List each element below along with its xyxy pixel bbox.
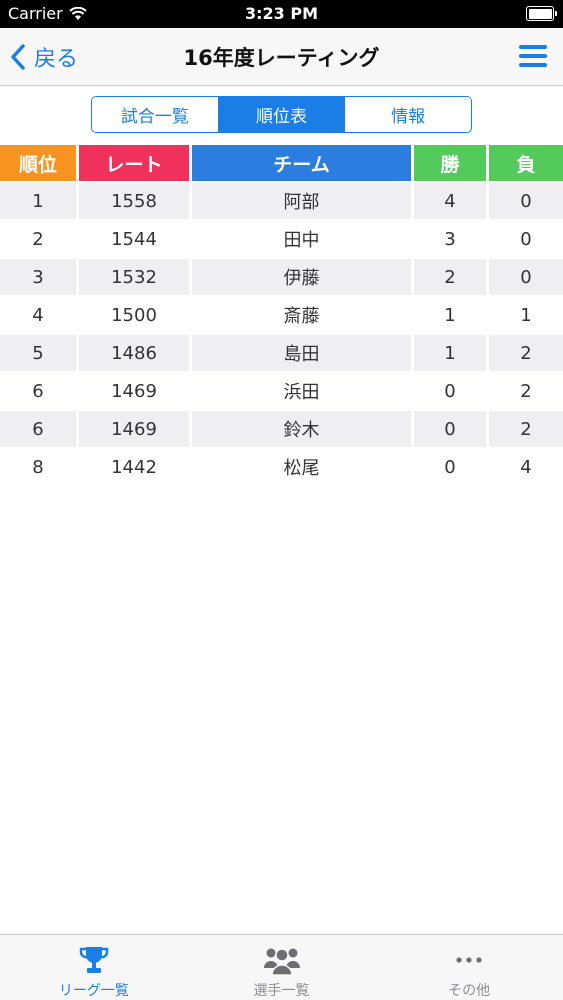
cell-wins: 3	[414, 221, 486, 257]
cell-rank: 5	[0, 335, 76, 371]
cell-rating: 1469	[79, 411, 189, 447]
header-wins[interactable]: 勝	[414, 145, 486, 181]
cell-rank: 1	[0, 183, 76, 219]
cell-rank: 4	[0, 297, 76, 333]
cell-rank: 3	[0, 259, 76, 295]
view-segmented-control: 試合一覧 順位表 情報	[91, 96, 472, 133]
people-icon	[263, 947, 300, 976]
cell-team: 松尾	[192, 449, 411, 485]
more-icon	[456, 956, 482, 963]
tab-label: その他	[448, 983, 491, 999]
table-row[interactable]: 2 1544 田中 3 0	[0, 221, 563, 259]
cell-rating: 1486	[79, 335, 189, 371]
battery-icon	[526, 6, 557, 21]
cell-losses: 4	[489, 449, 563, 485]
header-rating[interactable]: レート	[79, 145, 189, 181]
table-row[interactable]: 3 1532 伊藤 2 0	[0, 259, 563, 297]
header-rank[interactable]: 順位	[0, 145, 76, 181]
tab-league-list[interactable]: リーグ一覧	[0, 935, 188, 1000]
cell-wins: 2	[414, 259, 486, 295]
cell-rating: 1532	[79, 259, 189, 295]
cell-losses: 2	[489, 335, 563, 371]
navigation-bar: 戻る 16年度レーティング	[0, 28, 563, 86]
page-title: 16年度レーティング	[183, 46, 380, 70]
menu-button[interactable]	[519, 45, 549, 69]
cell-losses: 2	[489, 411, 563, 447]
cell-team: 島田	[192, 335, 411, 371]
header-losses[interactable]: 負	[489, 145, 563, 181]
tab-bar: リーグ一覧 選手一覧 その他	[0, 934, 563, 1000]
cell-wins: 0	[414, 411, 486, 447]
cell-losses: 0	[489, 259, 563, 295]
cell-losses: 0	[489, 221, 563, 257]
table-body: 1 1558 阿部 4 0 2 1544 田中 3 0 3 1532 伊藤 2 0 4 1500 斎藤 1 1 5 148…	[0, 183, 563, 487]
segment-info[interactable]: 情報	[345, 97, 471, 132]
cell-losses: 0	[489, 183, 563, 219]
cell-team: 浜田	[192, 373, 411, 409]
cell-wins: 0	[414, 449, 486, 485]
table-header-row: 順位 レート チーム 勝 負	[0, 145, 563, 183]
segment-match-list[interactable]: 試合一覧	[92, 97, 219, 132]
cell-rating: 1558	[79, 183, 189, 219]
cell-rank: 6	[0, 411, 76, 447]
tab-label: 選手一覧	[253, 983, 310, 999]
cell-rank: 8	[0, 449, 76, 485]
cell-wins: 4	[414, 183, 486, 219]
cell-team: 鈴木	[192, 411, 411, 447]
tab-player-list[interactable]: 選手一覧	[188, 935, 376, 1000]
cell-wins: 0	[414, 373, 486, 409]
table-row[interactable]: 6 1469 鈴木 0 2	[0, 411, 563, 449]
cell-team: 伊藤	[192, 259, 411, 295]
cell-rating: 1544	[79, 221, 189, 257]
cell-rating: 1469	[79, 373, 189, 409]
tab-other[interactable]: その他	[375, 935, 563, 1000]
segment-standings[interactable]: 順位表	[218, 97, 346, 132]
status-time: 3:23 PM	[244, 4, 318, 23]
tab-label: リーグ一覧	[58, 983, 129, 999]
cell-team: 田中	[192, 221, 411, 257]
cell-losses: 2	[489, 373, 563, 409]
status-bar: Carrier 3:23 PM	[0, 0, 563, 28]
table-row[interactable]: 1 1558 阿部 4 0	[0, 183, 563, 221]
table-row[interactable]: 5 1486 島田 1 2	[0, 335, 563, 373]
hamburger-icon	[519, 45, 547, 49]
table-row[interactable]: 6 1469 浜田 0 2	[0, 373, 563, 411]
cell-team: 斎藤	[192, 297, 411, 333]
cell-losses: 1	[489, 297, 563, 333]
cell-rating: 1500	[79, 297, 189, 333]
cell-rating: 1442	[79, 449, 189, 485]
header-team[interactable]: チーム	[192, 145, 411, 181]
cell-wins: 1	[414, 335, 486, 371]
cell-rank: 6	[0, 373, 76, 409]
trophy-icon	[79, 946, 109, 973]
cell-wins: 1	[414, 297, 486, 333]
cell-team: 阿部	[192, 183, 411, 219]
table-row[interactable]: 4 1500 斎藤 1 1	[0, 297, 563, 335]
table-row[interactable]: 8 1442 松尾 0 4	[0, 449, 563, 487]
cell-rank: 2	[0, 221, 76, 257]
standings-table: 順位 レート チーム 勝 負 1 1558 阿部 4 0 2 1544 田中 3 0 3 1532 伊藤…	[0, 145, 563, 487]
